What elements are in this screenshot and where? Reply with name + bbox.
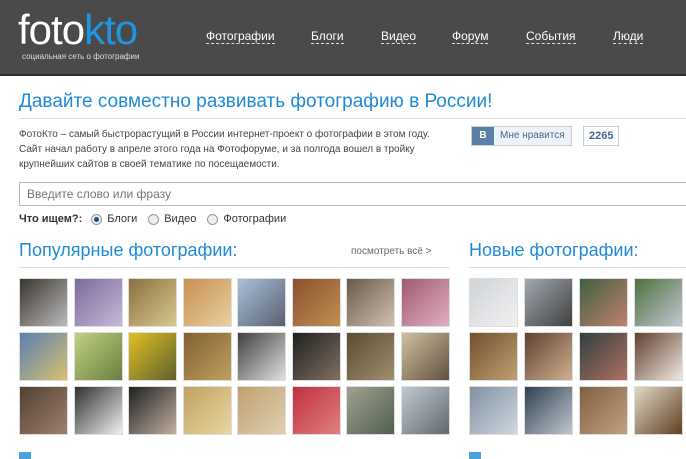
radio-blogs[interactable] xyxy=(91,213,103,225)
photo-thumbnail[interactable] xyxy=(182,332,232,381)
new-title: Новые фотографии: xyxy=(469,240,639,260)
photo-thumbnail[interactable] xyxy=(128,278,177,327)
photo-thumbnail[interactable] xyxy=(182,278,232,327)
radio-video-label[interactable]: Видео xyxy=(164,213,196,225)
photo-thumbnail[interactable] xyxy=(73,278,123,327)
photo-thumbnail[interactable] xyxy=(182,386,232,435)
photo-thumbnail[interactable] xyxy=(19,386,68,435)
logo[interactable]: fotokto xyxy=(18,6,138,53)
search-type: Что ищем?: Блоги Видео Фотографии xyxy=(19,213,286,225)
photo-thumbnail[interactable] xyxy=(237,386,286,435)
photo-thumbnail[interactable] xyxy=(346,332,395,381)
photo-thumbnail[interactable] xyxy=(579,386,628,435)
photo-thumbnail[interactable] xyxy=(579,332,628,381)
photo-thumbnail[interactable] xyxy=(237,332,286,381)
photo-thumbnail[interactable] xyxy=(469,332,518,381)
photo-thumbnail[interactable] xyxy=(291,332,341,381)
photo-thumbnail[interactable] xyxy=(19,278,68,327)
divider xyxy=(469,267,686,268)
photo-thumbnail[interactable] xyxy=(291,386,341,435)
photo-thumbnail[interactable] xyxy=(400,386,450,435)
photo-thumbnail[interactable] xyxy=(524,278,573,327)
page-title: Давайте совместно развивать фотографию в… xyxy=(19,91,493,112)
photo-thumbnail[interactable] xyxy=(579,278,628,327)
nav-forum[interactable]: Форум xyxy=(452,29,489,44)
like-count: 2265 xyxy=(583,126,620,146)
photo-thumbnail[interactable] xyxy=(634,278,683,327)
photo-thumbnail[interactable] xyxy=(291,278,341,327)
tagline: социальная сеть о фотографии xyxy=(22,52,140,61)
next-section-title xyxy=(19,452,31,459)
vk-like-label: Мне нравится xyxy=(494,127,571,145)
photo-thumbnail[interactable] xyxy=(469,278,518,327)
vk-icon: В xyxy=(472,127,494,145)
radio-photos-label[interactable]: Фотографии xyxy=(223,213,286,225)
photo-thumbnail[interactable] xyxy=(19,332,68,381)
photo-thumbnail[interactable] xyxy=(73,386,123,435)
divider xyxy=(19,118,686,119)
nav-events[interactable]: События xyxy=(526,29,576,44)
photo-thumbnail[interactable] xyxy=(128,386,177,435)
photo-thumbnail[interactable] xyxy=(524,332,573,381)
photo-thumbnail[interactable] xyxy=(524,386,573,435)
search-input[interactable] xyxy=(19,182,686,206)
search-type-label: Что ищем?: xyxy=(19,213,83,225)
logo-foto: foto xyxy=(18,6,85,53)
nav-video[interactable]: Видео xyxy=(381,29,417,44)
header: fotokto социальная сеть о фотографии Фот… xyxy=(0,0,686,76)
next-section-title xyxy=(469,452,481,459)
vk-like-button[interactable]: В Мне нравится xyxy=(471,126,572,146)
photo-thumbnail[interactable] xyxy=(73,332,123,381)
radio-photos[interactable] xyxy=(207,213,219,225)
radio-blogs-label[interactable]: Блоги xyxy=(107,213,137,225)
photo-thumbnail[interactable] xyxy=(400,278,450,327)
view-all-link[interactable]: посмотреть всё > xyxy=(351,246,432,257)
photo-thumbnail[interactable] xyxy=(634,332,683,381)
divider xyxy=(19,267,450,268)
photo-thumbnail[interactable] xyxy=(634,386,683,435)
photo-thumbnail[interactable] xyxy=(128,332,177,381)
photo-thumbnail[interactable] xyxy=(346,386,395,435)
photo-thumbnail[interactable] xyxy=(469,386,518,435)
nav-people[interactable]: Люди xyxy=(613,29,644,44)
nav-photos[interactable]: Фотографии xyxy=(206,29,275,44)
radio-video[interactable] xyxy=(148,213,160,225)
photo-thumbnail[interactable] xyxy=(346,278,395,327)
nav-blogs[interactable]: Блоги xyxy=(311,29,344,44)
photo-thumbnail[interactable] xyxy=(400,332,450,381)
logo-kto: kto xyxy=(84,6,138,53)
popular-title: Популярные фотографии: xyxy=(19,240,238,260)
photo-thumbnail[interactable] xyxy=(237,278,286,327)
intro-text: ФотоКто – самый быстрорастущий в России … xyxy=(19,129,430,170)
